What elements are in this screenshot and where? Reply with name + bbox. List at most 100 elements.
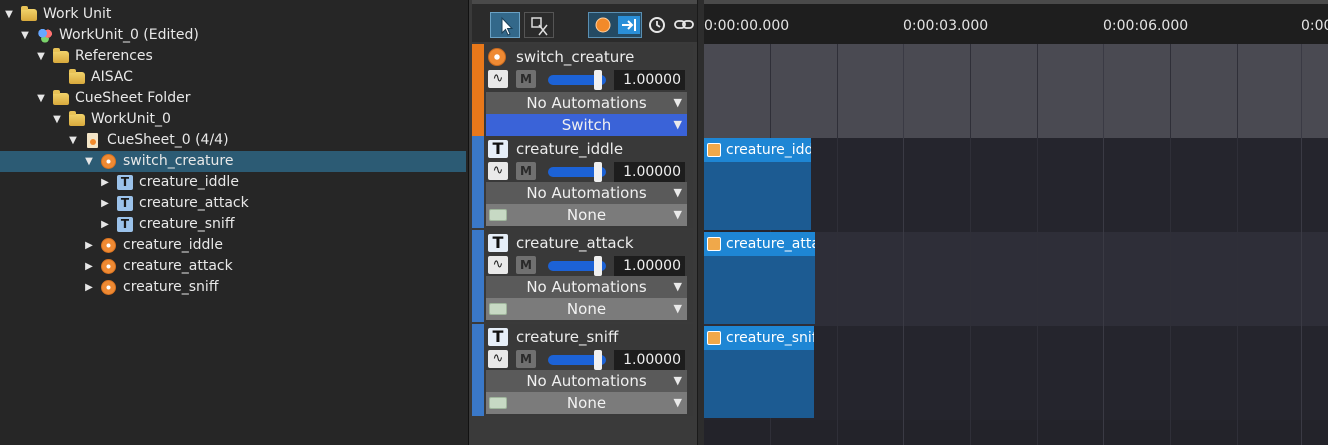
waveform-region-clip[interactable]: creature_attack (704, 232, 815, 324)
automation-dropdown[interactable]: No Automations ▼ (486, 182, 687, 204)
volume-slider[interactable] (548, 70, 606, 90)
cue-icon (101, 259, 116, 274)
tree-item-cue-creature-sniff[interactable]: ▶ creature_sniff (0, 277, 466, 298)
grid-line (1170, 44, 1171, 445)
track-header-creature-sniff[interactable]: T creature_sniff ∿ M 1.00000 No Automati… (472, 324, 693, 416)
expand-arrow-icon[interactable]: ▶ (98, 172, 112, 193)
chevron-down-icon: ▼ (673, 208, 682, 221)
mute-button[interactable]: M (516, 256, 536, 274)
waveform-icon[interactable]: ∿ (488, 70, 508, 88)
track-T-icon: T (488, 234, 508, 252)
tree-item-track-creature-attack[interactable]: ▶ T creature_attack (0, 193, 466, 214)
selector-dropdown[interactable]: None ▼ (486, 204, 687, 226)
waveform-icon[interactable]: ∿ (488, 256, 508, 274)
tree-item-references[interactable]: ▼ References (0, 46, 466, 67)
expand-arrow-icon[interactable]: ▼ (18, 25, 32, 46)
expand-arrow-icon[interactable]: ▼ (34, 88, 48, 109)
selector-dropdown[interactable]: None ▼ (486, 298, 687, 320)
expand-arrow-icon[interactable]: ▶ (82, 277, 96, 298)
tree-item-track-creature-sniff[interactable]: ▶ T creature_sniff (0, 214, 466, 235)
tree-item-label: creature_sniff (139, 216, 235, 232)
mute-button[interactable]: M (516, 350, 536, 368)
selector-label-icon (489, 303, 507, 315)
mute-button[interactable]: M (516, 162, 536, 180)
chevron-down-icon: ▼ (673, 186, 682, 199)
waveform-region-clip[interactable]: creature_sniff (704, 326, 814, 418)
track-header-creature-attack[interactable]: T creature_attack ∿ M 1.00000 No Automat… (472, 230, 693, 322)
expand-arrow-icon[interactable]: ▶ (82, 235, 96, 256)
tree-item-switch-creature[interactable]: ▼ switch_creature (0, 151, 466, 172)
volume-slider-knob[interactable] (594, 350, 602, 370)
selector-dropdown[interactable]: None ▼ (486, 392, 687, 414)
tree-item-label: creature_attack (123, 258, 233, 274)
automation-dropdown[interactable]: No Automations ▼ (486, 276, 687, 298)
clip-header[interactable]: creature_iddle (704, 138, 811, 162)
expand-arrow-icon[interactable]: ▼ (34, 46, 48, 67)
timeline-area[interactable]: 0:00:00.000 0:00:03.000 0:00:06.000 0:00… (704, 0, 1328, 445)
cue-icon (101, 154, 116, 169)
scissor-icon (531, 17, 548, 36)
clock-icon (649, 17, 665, 33)
clock-button[interactable] (646, 12, 668, 38)
mute-button[interactable]: M (516, 70, 536, 88)
time-ruler[interactable]: 0:00:00.000 0:00:03.000 0:00:06.000 0:00 (704, 0, 1328, 44)
grid-line (1037, 44, 1038, 445)
link-button[interactable] (672, 12, 696, 38)
expand-arrow-icon[interactable]: ▼ (50, 109, 64, 130)
automation-dropdown[interactable]: No Automations ▼ (486, 92, 687, 114)
tree-item-workunit-0-folder[interactable]: ▼ WorkUnit_0 (0, 109, 466, 130)
record-snap-group[interactable] (588, 12, 642, 38)
arrow-right-bar-icon[interactable] (617, 13, 641, 37)
folder-icon (69, 111, 85, 126)
track-name: creature_sniff (516, 328, 619, 346)
ruler-tick-label: 0:00:06.000 (1103, 18, 1189, 34)
timeline-lane-switch-creature[interactable] (704, 44, 1328, 138)
timeline-splitter[interactable] (697, 0, 704, 445)
track-T-icon: T (488, 140, 508, 158)
expand-arrow-icon[interactable]: ▶ (82, 256, 96, 277)
tree-item-work-unit[interactable]: ▼ Work Unit (0, 4, 466, 25)
volume-slider-knob[interactable] (594, 162, 602, 182)
track-header-creature-iddle[interactable]: T creature_iddle ∿ M 1.00000 No Automati… (472, 136, 693, 228)
tree-item-cue-creature-attack[interactable]: ▶ creature_attack (0, 256, 466, 277)
tree-item-cue-creature-iddle[interactable]: ▶ creature_iddle (0, 235, 466, 256)
expand-arrow-icon[interactable]: ▶ (98, 214, 112, 235)
volume-value[interactable]: 1.00000 (614, 70, 685, 90)
waveform-icon[interactable]: ∿ (488, 350, 508, 368)
volume-slider-knob[interactable] (594, 256, 602, 276)
waveform-region-clip[interactable]: creature_iddle (704, 138, 811, 230)
track-color-stripe (472, 230, 484, 322)
split-tool-button[interactable] (524, 12, 554, 38)
folder-icon (53, 48, 69, 63)
ruler-tick-label: 0:00:00.000 (704, 18, 790, 34)
automation-dropdown[interactable]: No Automations ▼ (486, 370, 687, 392)
select-tool-button[interactable] (490, 12, 520, 38)
expand-arrow-icon[interactable]: ▶ (98, 193, 112, 214)
volume-slider-knob[interactable] (594, 70, 602, 90)
volume-value[interactable]: 1.00000 (614, 350, 685, 370)
volume-slider[interactable] (548, 350, 606, 370)
clip-header[interactable]: creature_attack (704, 232, 815, 256)
volume-value[interactable]: 1.00000 (614, 256, 685, 276)
track-header-switch-creature[interactable]: switch_creature ∿ M 1.00000 No Automatio… (472, 44, 693, 136)
automation-dropdown-label: No Automations (526, 184, 647, 202)
tree-item-cuesheet-0[interactable]: ▼ CueSheet_0 (4/4) (0, 130, 466, 151)
volume-slider[interactable] (548, 256, 606, 276)
tree-item-cuesheet-folder[interactable]: ▼ CueSheet Folder (0, 88, 466, 109)
chevron-down-icon: ▼ (673, 374, 682, 387)
orange-dot-icon[interactable] (590, 13, 616, 37)
selector-dropdown-label: Switch (561, 116, 612, 134)
tree-item-workunit-0[interactable]: ▼ WorkUnit_0 (Edited) (0, 25, 466, 46)
waveform-icon[interactable]: ∿ (488, 162, 508, 180)
volume-slider[interactable] (548, 162, 606, 182)
expand-arrow-icon[interactable]: ▼ (2, 4, 16, 25)
expand-arrow-icon[interactable]: ▼ (82, 151, 96, 172)
expand-arrow-icon[interactable]: ▼ (66, 130, 80, 151)
automation-dropdown-label: No Automations (526, 94, 647, 112)
clip-header[interactable]: creature_sniff (704, 326, 814, 350)
tree-item-track-creature-iddle[interactable]: ▶ T creature_iddle (0, 172, 466, 193)
switch-selector-dropdown[interactable]: Switch ▼ (486, 114, 687, 136)
volume-value[interactable]: 1.00000 (614, 162, 685, 182)
tree-item-aisac[interactable]: AISAC (0, 67, 466, 88)
grid-line (1301, 44, 1302, 445)
